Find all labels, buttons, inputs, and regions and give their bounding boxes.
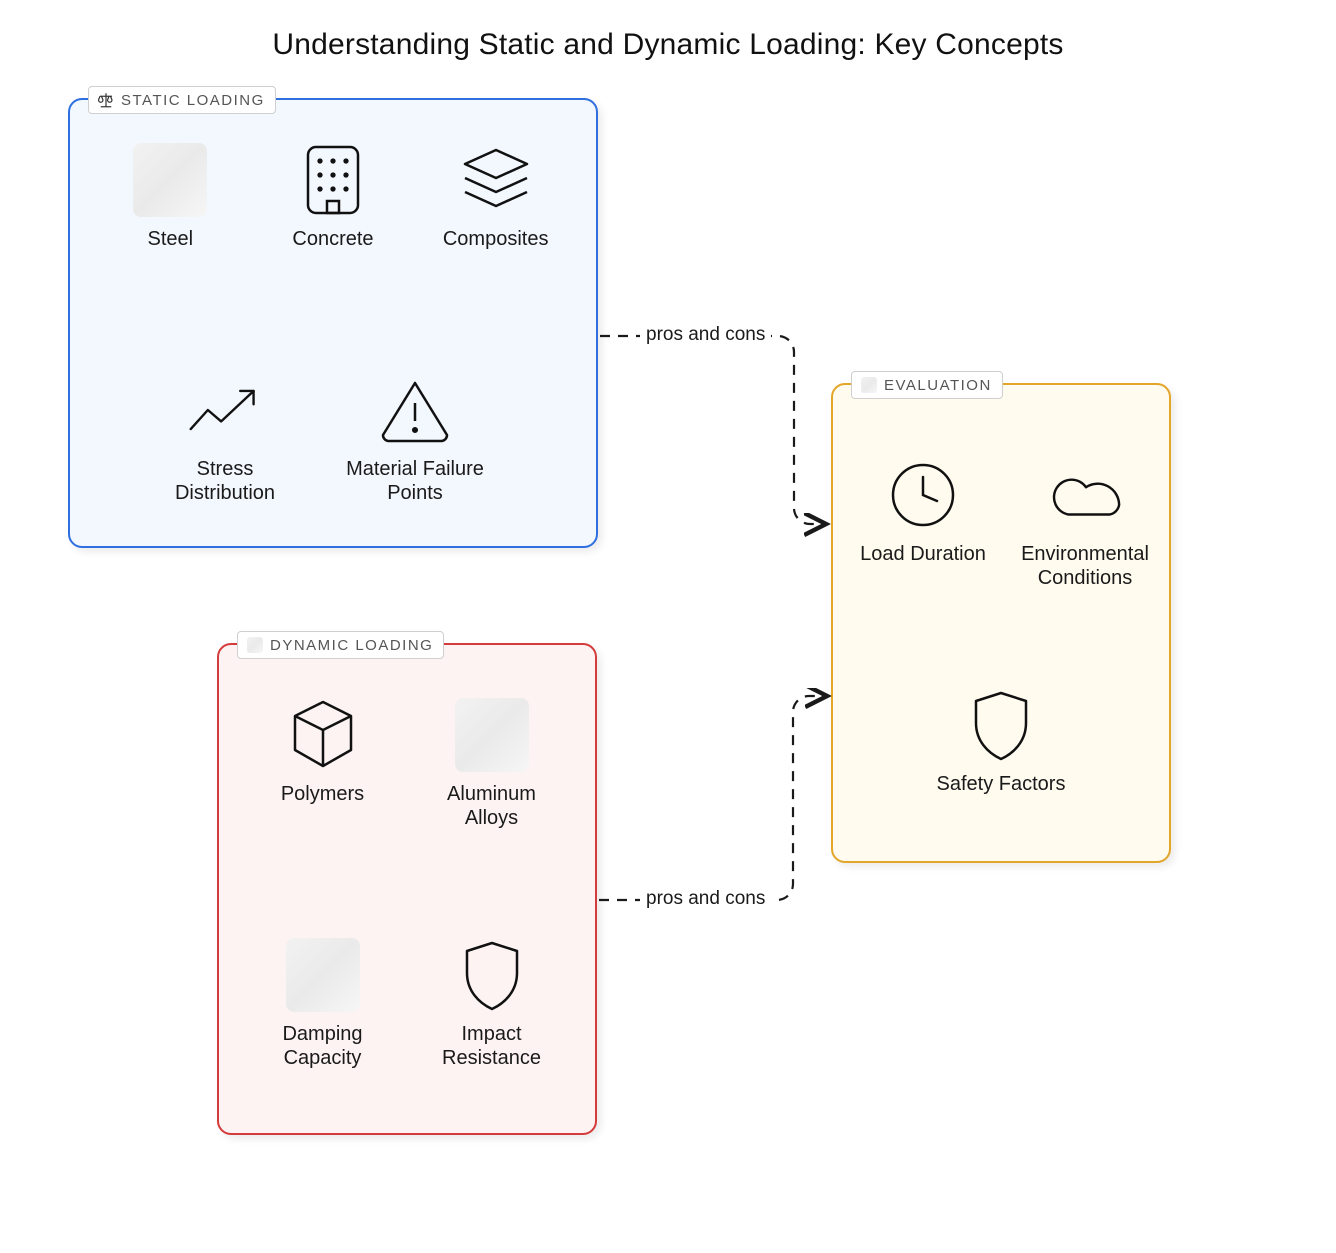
item-environmental-conditions: Environmental Conditions	[1015, 455, 1155, 590]
item-safety-factors: Safety Factors	[931, 685, 1071, 797]
panel-dynamic-loading: DYNAMIC LOADING Polymers Aluminum Alloys…	[217, 643, 597, 1135]
panel-label-static-text: STATIC LOADING	[121, 92, 265, 109]
item-damping-label: Damping Capacity	[253, 1023, 393, 1070]
panel-static-loading: STATIC LOADING Steel Concrete	[68, 98, 598, 548]
item-aluminum-label: Aluminum Alloys	[422, 783, 562, 830]
page-title: Understanding Static and Dynamic Loading…	[0, 28, 1336, 62]
item-stress-distribution: Stress Distribution	[155, 370, 295, 505]
item-composites: Composites	[426, 140, 566, 252]
scales-icon	[97, 91, 115, 109]
damping-icon	[286, 938, 360, 1012]
item-polymers: Polymers	[253, 695, 393, 807]
panel-evaluation: EVALUATION Load Duration Environmental C…	[831, 383, 1171, 863]
arrow-dynamic-to-eval	[597, 688, 833, 908]
item-damping-capacity: Damping Capacity	[253, 935, 393, 1070]
arrow-label-top: pros and cons	[640, 324, 771, 346]
item-steel: Steel	[100, 140, 240, 252]
trending-up-icon	[185, 370, 265, 450]
cube-icon	[283, 695, 363, 775]
shield-icon	[452, 935, 532, 1015]
panel-label-evaluation: EVALUATION	[851, 371, 1003, 399]
arrow-static-to-eval	[598, 330, 833, 540]
item-composites-label: Composites	[443, 228, 549, 252]
item-duration-label: Load Duration	[860, 543, 986, 567]
item-steel-label: Steel	[148, 228, 194, 252]
evaluation-mini-icon	[860, 376, 878, 394]
item-stress-label: Stress Distribution	[155, 458, 295, 505]
steel-icon	[133, 143, 207, 217]
item-concrete: Concrete	[263, 140, 403, 252]
item-failure-label: Material Failure Points	[345, 458, 485, 505]
item-impact-resistance: Impact Resistance	[422, 935, 562, 1070]
aluminum-icon	[455, 698, 529, 772]
dynamic-mini-icon	[246, 636, 264, 654]
panel-label-static: STATIC LOADING	[88, 86, 276, 114]
item-polymers-label: Polymers	[281, 783, 364, 807]
building-icon	[293, 140, 373, 220]
panel-label-evaluation-text: EVALUATION	[884, 377, 992, 394]
warning-triangle-icon	[375, 370, 455, 450]
item-aluminum-alloys: Aluminum Alloys	[422, 695, 562, 830]
layers-icon	[456, 140, 536, 220]
item-environment-label: Environmental Conditions	[1015, 543, 1155, 590]
item-concrete-label: Concrete	[292, 228, 373, 252]
panel-label-dynamic-text: DYNAMIC LOADING	[270, 637, 433, 654]
arrow-label-bottom: pros and cons	[640, 888, 771, 910]
clock-icon	[883, 455, 963, 535]
item-safety-label: Safety Factors	[937, 773, 1066, 797]
panel-label-dynamic: DYNAMIC LOADING	[237, 631, 444, 659]
shield-icon	[961, 685, 1041, 765]
item-load-duration: Load Duration	[853, 455, 993, 567]
cloud-icon	[1045, 455, 1125, 535]
item-impact-label: Impact Resistance	[422, 1023, 562, 1070]
item-material-failure: Material Failure Points	[345, 370, 485, 505]
